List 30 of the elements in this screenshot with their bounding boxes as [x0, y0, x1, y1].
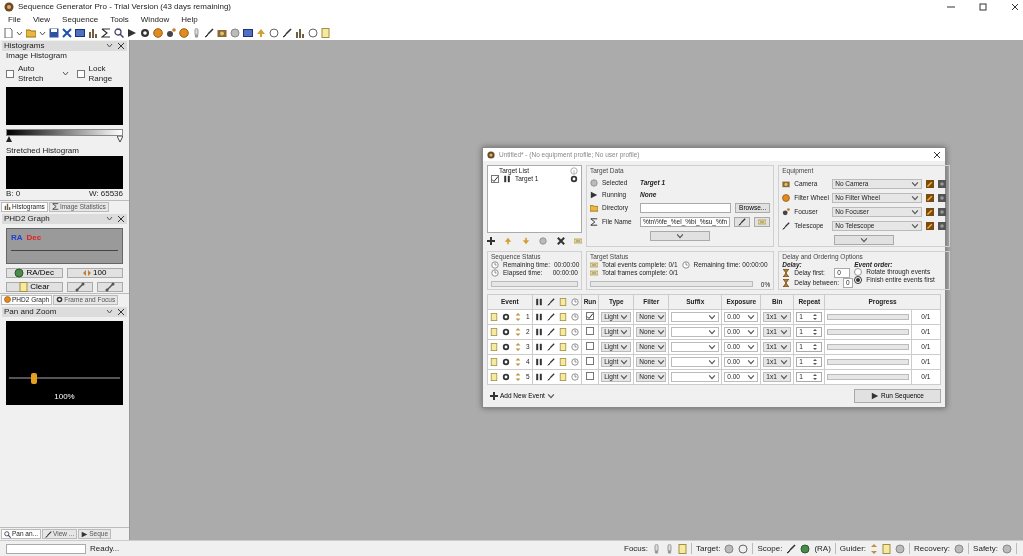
checkbox-label: Lock Range	[88, 64, 114, 84]
legend-label: RA	[11, 232, 23, 243]
radec-button[interactable]: RA/Dec	[6, 267, 63, 278]
menu-item[interactable]: Window	[140, 15, 170, 25]
status-label: Guider:	[839, 543, 867, 554]
menu-item[interactable]: Sequence	[62, 15, 99, 25]
clear-button[interactable]: Clear	[6, 281, 63, 292]
scale-button[interactable]: 100	[66, 267, 123, 278]
status-label: Focus:	[624, 543, 648, 554]
window-title: Sequence Generator Pro - Trial Version (43 days remaining)	[18, 2, 231, 12]
status-label: Recovery:	[914, 543, 951, 554]
panel-title: Histograms	[4, 41, 45, 51]
panel-title: PHD2 Graph	[4, 214, 50, 224]
status-message: Ready...	[90, 543, 120, 554]
legend-label: Dec	[26, 232, 42, 243]
group-title: Image Histogram	[5, 50, 68, 61]
menu-item[interactable]: View	[32, 15, 51, 25]
menu-item[interactable]: File	[8, 15, 21, 25]
menu-item[interactable]: Tools	[110, 15, 129, 25]
minimum-value: B: 0	[6, 189, 21, 199]
menu-item[interactable]: Help	[181, 15, 198, 25]
status-label: Safety:	[973, 543, 998, 554]
status-label: Target:	[696, 543, 721, 554]
group-title: Stretched Histogram	[5, 146, 80, 156]
status-label: (RA)	[814, 543, 831, 554]
maximum-value: W: 65536	[88, 189, 123, 199]
checkbox-label: Auto Stretch	[18, 64, 45, 84]
zoom-percent: 100%	[53, 392, 76, 402]
panel-title: Pan and Zoom	[4, 306, 57, 317]
status-label: Scope:	[757, 543, 783, 554]
